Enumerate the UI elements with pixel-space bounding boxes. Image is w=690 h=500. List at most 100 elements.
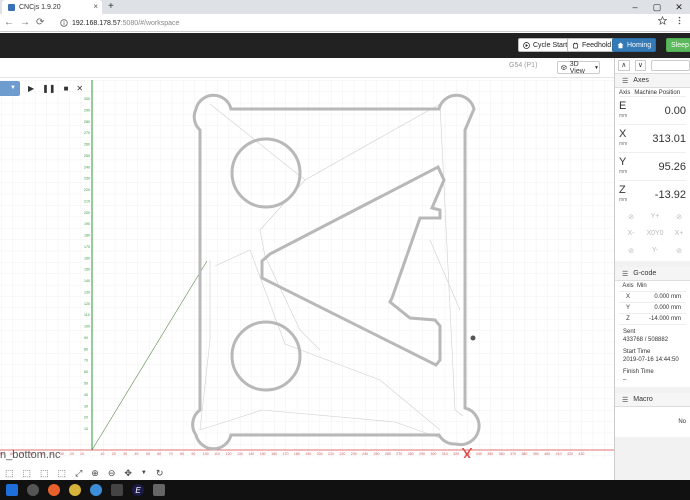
x-tick-label: 150: [260, 452, 266, 456]
axes-table-header: Axis Machine Position: [619, 90, 686, 96]
url-field[interactable]: 192.168.178.57:5080/#/workspace: [60, 16, 640, 30]
y-tick-label: 80: [84, 347, 88, 351]
minimize-icon[interactable]: –: [624, 0, 646, 14]
view-right-icon[interactable]: ⬚: [40, 468, 49, 479]
rotate-icon[interactable]: ↻: [156, 468, 164, 479]
stop-icon[interactable]: ■: [64, 84, 69, 93]
view-3d-label: 3D View: [569, 60, 585, 75]
chrome-icon[interactable]: [69, 484, 81, 496]
x-tick-label: 70: [169, 452, 173, 456]
browser-tab[interactable]: CNCjs 1.9.20 ×: [2, 0, 102, 14]
y-tick-label: 120: [84, 302, 90, 306]
zoom-out-icon[interactable]: ⊖: [108, 468, 116, 479]
axis-name: Y: [619, 155, 627, 168]
axes-panel-header[interactable]: ☰ Axes: [615, 74, 690, 88]
y-tick-label: 230: [84, 177, 90, 181]
caret-down-icon: ▼: [10, 85, 16, 91]
wcs-label[interactable]: G54 (P1): [509, 62, 537, 69]
jog-x-plus-button[interactable]: X+: [667, 225, 690, 242]
close-window-icon[interactable]: ✕: [668, 0, 690, 14]
axis-row-e: Emm 0.00: [619, 96, 686, 124]
back-icon[interactable]: ←: [4, 17, 14, 29]
y-tick-label: 40: [84, 393, 88, 397]
chrome-canary-icon[interactable]: [90, 484, 102, 496]
firefox-icon[interactable]: [48, 484, 60, 496]
x-tick-label: 220: [339, 452, 345, 456]
jog-y-plus-button[interactable]: Y+: [643, 208, 667, 225]
maximize-icon[interactable]: ▢: [646, 0, 668, 14]
window-icon[interactable]: [153, 484, 165, 496]
jog-y-minus-button[interactable]: Y-: [643, 242, 667, 259]
expand-down-icon[interactable]: ∨: [634, 60, 647, 71]
terminal-icon[interactable]: [111, 484, 123, 496]
workflow-dropdown[interactable]: ▼: [0, 80, 20, 96]
jog-diagonal-button[interactable]: ⊘: [667, 242, 690, 259]
menu-dots-icon[interactable]: [675, 16, 684, 25]
zoom-in-icon[interactable]: ⊕: [91, 468, 99, 479]
homing-button[interactable]: Homing: [612, 38, 657, 52]
cube-icon: [561, 64, 567, 71]
jog-x0y0-button[interactable]: X0Y0: [643, 225, 667, 242]
gcode-panel-header[interactable]: ☰ G-code: [615, 267, 690, 281]
reload-icon[interactable]: ⟳: [36, 17, 44, 29]
start-time-value: 2019-07-16 14:44:50: [623, 357, 679, 363]
url-host: 192.168.178.57: [72, 19, 121, 27]
feedhold-button[interactable]: Feedhold: [567, 38, 617, 52]
pan-icon[interactable]: ✥: [124, 468, 132, 479]
axis-column-header: Axis: [619, 90, 631, 96]
new-tab-button[interactable]: +: [108, 1, 114, 12]
window-controls: – ▢ ✕: [624, 0, 690, 14]
cycle-start-label: Cycle Start: [533, 41, 568, 49]
view-front-icon[interactable]: ⬚: [23, 468, 32, 479]
hamburger-icon: ☰: [622, 396, 629, 404]
collapse-up-icon[interactable]: ∧: [618, 60, 630, 71]
address-bar: ← → ⟳ 192.168.178.57:5080/#/workspace: [0, 14, 690, 32]
x-tick-label: 190: [305, 452, 311, 456]
chevron-down-icon[interactable]: ▼: [141, 470, 147, 476]
axis-unit: mm: [619, 168, 628, 175]
x-tick-label: 110: [214, 452, 220, 456]
info-icon[interactable]: [60, 19, 68, 27]
x-tick-label: 180: [294, 452, 300, 456]
pause-icon[interactable]: ❚❚: [42, 84, 55, 93]
view-left-icon[interactable]: ⬚: [58, 468, 67, 479]
jog-diagonal-button[interactable]: ⊘: [619, 208, 643, 225]
tab-close-icon[interactable]: ×: [93, 2, 98, 11]
finish-time-value: –: [623, 377, 627, 383]
gcode-visualizer[interactable]: 300 290 280 270 260 250 240 230 220 210 200 190 180 1…: [0, 80, 614, 458]
x-tick-label: 270: [396, 452, 402, 456]
view-3d-dropdown[interactable]: 3D View ▼: [557, 60, 600, 75]
axis-row-y: Ymm 95.26: [619, 152, 686, 180]
forward-icon[interactable]: →: [20, 17, 30, 29]
view-top-icon[interactable]: ⬚: [5, 468, 14, 479]
jog-diagonal-button[interactable]: ⊘: [667, 208, 690, 225]
widget-nav: ∧ ∨: [615, 58, 690, 74]
visualizer-toolbar: G54 (P1) 3D View ▼: [0, 58, 614, 78]
x-tick-label: 350: [487, 452, 493, 456]
start-icon[interactable]: [6, 484, 18, 496]
macro-panel-header[interactable]: ☰ Macro: [615, 393, 690, 407]
gcode-status: Sent 433768 / 508882 Start Time 2019-07-…: [615, 325, 690, 387]
editor-icon[interactable]: E: [132, 484, 144, 496]
sent-label: Sent: [623, 329, 636, 335]
homing-label: Homing: [627, 41, 652, 49]
cycle-start-button[interactable]: Cycle Start: [518, 38, 573, 52]
origin-x-marker: X: [461, 445, 473, 458]
play-icon[interactable]: ▶: [28, 84, 34, 93]
playback-controls: ▼ ▶ ❚❚ ■ ✕: [0, 80, 83, 96]
y-tick-label: 100: [84, 325, 90, 329]
sleep-button[interactable]: Sleep: [666, 38, 690, 52]
axis-unit: mm: [619, 140, 628, 147]
folder-icon[interactable]: [27, 484, 39, 496]
cncjs-favicon-icon: [8, 3, 15, 11]
min-value: -14.000 mm: [648, 316, 681, 322]
jog-pad: ⊘ Y+ ⊘ X- X0Y0 X+ ⊘ Y- ⊘: [619, 208, 686, 259]
star-icon[interactable]: [658, 16, 667, 25]
playback-buttons: ▶ ❚❚ ■ ✕: [28, 84, 83, 93]
fit-view-icon[interactable]: ⤢: [75, 468, 82, 479]
close-icon[interactable]: ✕: [76, 84, 83, 93]
jog-diagonal-button[interactable]: ⊘: [619, 242, 643, 259]
widget-select[interactable]: [651, 60, 690, 71]
jog-x-minus-button[interactable]: X-: [619, 225, 643, 242]
axis-name: X: [625, 294, 630, 300]
